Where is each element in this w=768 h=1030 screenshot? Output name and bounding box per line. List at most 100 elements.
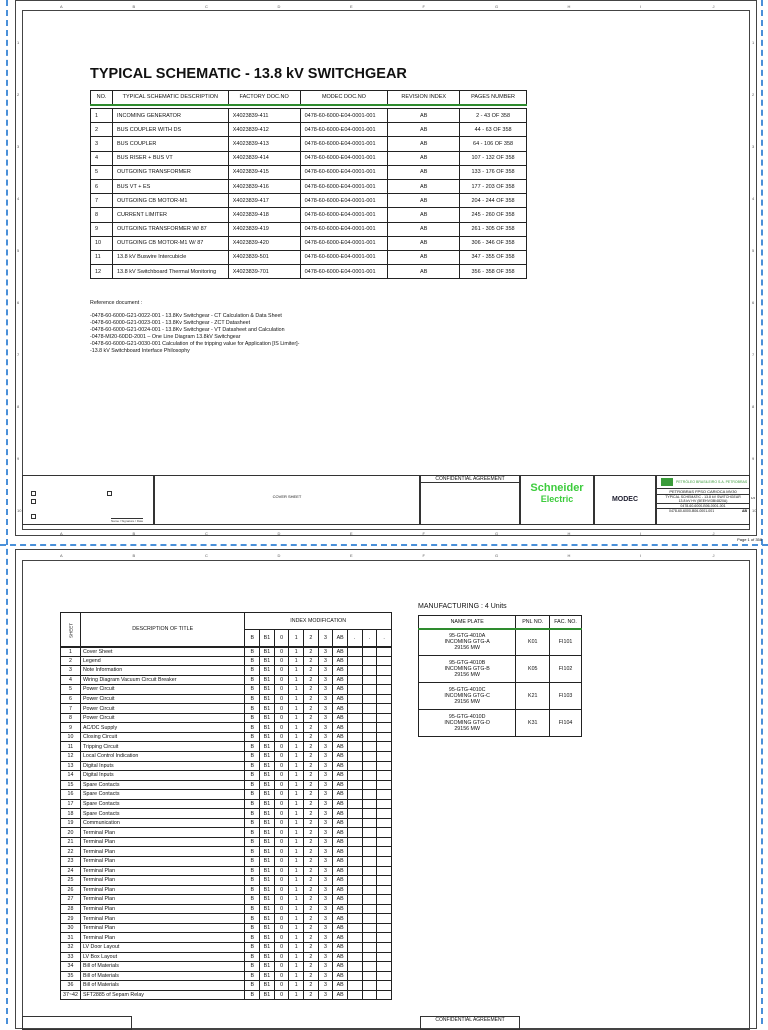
index-value: B1 xyxy=(259,646,275,657)
table-row: 7 Power Circuit B B1 0 1 2 3 AB xyxy=(60,703,392,714)
column-label: J xyxy=(712,553,715,558)
index-value xyxy=(346,817,363,829)
index-value: B xyxy=(244,865,261,877)
index-value: B xyxy=(244,731,261,743)
index-value: 0 xyxy=(273,922,290,934)
panel-number: K05 xyxy=(515,655,551,683)
index-value xyxy=(346,703,363,714)
index-value: 1 xyxy=(288,770,305,781)
approval-box: Name / Signature / Date xyxy=(22,475,154,525)
reference-item: -0478-60-6000-G21-0023-001 - 13.8Kv Swit… xyxy=(90,320,251,326)
sheet-number: 3 xyxy=(60,665,81,676)
reference-item: -0478-60-6000-G21-0024-001 - 13.8Kv Swit… xyxy=(90,327,285,333)
index-value: AB xyxy=(332,875,348,886)
index-value: 1 xyxy=(288,932,305,943)
index-value xyxy=(376,913,392,924)
column-label: C xyxy=(205,4,208,9)
table-cell: AB xyxy=(387,107,461,124)
index-value xyxy=(346,665,363,676)
index-value: 0 xyxy=(273,712,290,724)
index-value: 3 xyxy=(317,760,334,772)
column-label: A xyxy=(60,553,63,558)
index-value xyxy=(346,827,363,838)
index-value: 3 xyxy=(317,731,334,743)
table-row: 11 Tripping Circuit B B1 0 1 2 3 AB xyxy=(60,741,392,752)
row-label: 1 xyxy=(17,40,20,45)
index-value: 1 xyxy=(288,665,305,676)
index-value: 3 xyxy=(317,980,334,991)
table-cell: 0478-60-6000-E04-0001-001 xyxy=(299,249,389,266)
table-row: 14 Digital Inputs B B1 0 1 2 3 AB xyxy=(60,770,392,781)
column-label: G xyxy=(495,531,499,536)
row-label: 5 xyxy=(752,248,755,253)
index-value: 3 xyxy=(317,770,334,781)
index-value: 0 xyxy=(273,798,290,810)
table-cell: X4023839-420 xyxy=(227,235,301,251)
column-header: PAGES NUMBER xyxy=(459,90,527,105)
index-value: AB xyxy=(332,789,348,800)
column-label: G xyxy=(495,553,499,558)
index-value xyxy=(346,970,363,982)
checkbox[interactable] xyxy=(31,514,36,519)
index-value: AB xyxy=(332,779,348,791)
table-row: 6 BUS VT + ES X4023839-416 0478-60-6000-E04… xyxy=(90,178,527,195)
index-value xyxy=(361,941,378,953)
index-value: 2 xyxy=(303,836,319,848)
index-value: 2 xyxy=(303,970,319,982)
index-value: B xyxy=(244,655,261,667)
table-row: 95-GTG-4010B INCOMING GTG-B 29156 MW K05 FI1… xyxy=(417,655,582,683)
checkbox[interactable] xyxy=(31,491,36,496)
table-row: 11 13.8 kV Buswire Intercubicle X4023839-5… xyxy=(90,249,527,266)
index-value: 1 xyxy=(288,655,305,667)
index-value xyxy=(376,865,392,877)
index-value xyxy=(346,770,363,781)
column-header: PNL NO. xyxy=(515,615,551,629)
index-value xyxy=(346,646,363,657)
table-cell: 177 - 203 OF 358 xyxy=(459,178,527,195)
name-plate-line: 29156 MW xyxy=(454,726,480,732)
index-value xyxy=(376,817,392,829)
index-value xyxy=(376,693,392,705)
client-box: PETRÓLEO BRASILEIRO S.A. PETROBRAS PETRO… xyxy=(656,475,750,525)
index-value xyxy=(376,665,392,676)
index-value: 1 xyxy=(288,646,305,657)
index-value: 1 xyxy=(288,884,305,896)
index-value xyxy=(361,741,378,752)
checkbox[interactable] xyxy=(31,499,36,504)
index-value: 0 xyxy=(273,703,290,714)
table-cell: 0478-60-6000-E04-0001-001 xyxy=(299,178,389,195)
table-row: 1 INCOMING GENERATOR X4023839-411 0478-60-6… xyxy=(90,107,527,124)
index-value: 3 xyxy=(317,722,334,733)
column-label: A xyxy=(60,4,63,9)
name-plate: 95-GTG-4010C INCOMING GTG-C 29156 MW xyxy=(417,682,517,710)
index-value xyxy=(361,703,378,714)
table-row: 19 Communication B B1 0 1 2 3 AB xyxy=(60,817,392,829)
sheet-title: Terminal Plan xyxy=(79,827,246,838)
index-value: B xyxy=(244,970,261,982)
name-plate: 95-GTG-4010B INCOMING GTG-B 29156 MW xyxy=(417,655,517,683)
row-label: 3 xyxy=(752,144,755,149)
table-cell: AB xyxy=(387,249,461,266)
index-value: 3 xyxy=(317,951,334,963)
sheet-title: LV Box Layout xyxy=(79,951,246,963)
index-value xyxy=(361,951,378,963)
index-value: B1 xyxy=(259,961,275,972)
sheet-number: 21 xyxy=(60,836,81,848)
index-value: AB xyxy=(332,970,348,982)
table-cell: X4023839-501 xyxy=(227,249,301,266)
index-value: 2 xyxy=(303,751,319,762)
index-value: 0 xyxy=(273,836,290,848)
index-value: B xyxy=(244,693,261,705)
index-column-header: . xyxy=(376,629,392,647)
row-label: 9 xyxy=(752,456,755,461)
checkbox[interactable] xyxy=(107,491,112,496)
table-row: 6 Power Circuit B B1 0 1 2 3 AB xyxy=(60,693,392,705)
column-header: MODEC DOC.NO xyxy=(299,90,389,105)
table-cell: AB xyxy=(387,178,461,195)
index-value: B1 xyxy=(259,722,275,733)
typical-schematic-table: NO. TYPICAL SCHEMATIC DESCRIPTION FACTORY … xyxy=(90,90,527,280)
table-cell: X4023839-416 xyxy=(227,178,301,195)
table-cell: 2 xyxy=(90,122,113,138)
index-value xyxy=(376,941,392,953)
index-value: 2 xyxy=(303,779,319,791)
